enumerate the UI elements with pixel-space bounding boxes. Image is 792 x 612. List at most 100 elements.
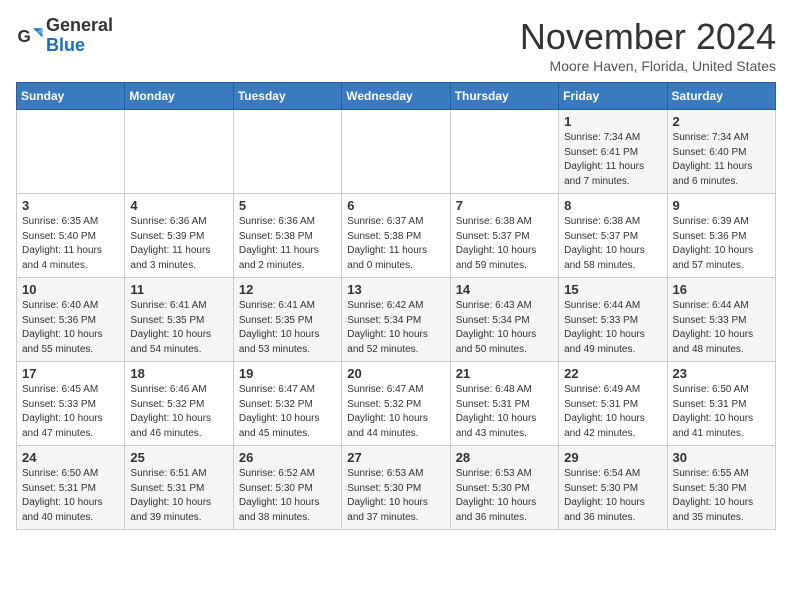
calendar-day-cell: 11Sunrise: 6:41 AM Sunset: 5:35 PM Dayli…	[125, 278, 233, 362]
calendar-day-cell: 7 Sunrise: 6:38 AM Sunset: 5:37 PM Daylig…	[450, 194, 558, 278]
day-number: 17	[22, 366, 119, 381]
calendar-day-cell: 30Sunrise: 6:55 AM Sunset: 5:30 PM Dayli…	[667, 446, 775, 530]
calendar-week-row: 17 Sunrise: 6:45 AM Sunset: 5:33 PM Dayli…	[17, 362, 776, 446]
day-number: 11	[130, 282, 227, 297]
calendar-body: 1 Sunrise: 7:34 AM Sunset: 6:41 PM Daylig…	[17, 110, 776, 530]
weekday-header-cell: Friday	[559, 83, 667, 110]
day-number: 27	[347, 450, 444, 465]
day-number: 4	[130, 198, 227, 213]
day-info: Sunrise: 6:37 AM Sunset: 5:38 PM Dayligh…	[347, 215, 444, 273]
day-info: Sunrise: 6:50 AM Sunset: 5:31 PM Dayligh…	[22, 467, 119, 525]
calendar-day-cell: 19 Sunrise: 6:47 AM Sunset: 5:32 PM Dayli…	[233, 362, 341, 446]
day-number: 15	[564, 282, 661, 297]
logo-icon: G	[16, 22, 44, 50]
day-number: 18	[130, 366, 227, 381]
calendar-day-cell: 16 Sunrise: 6:44 AM Sunset: 5:33 PM Dayli…	[667, 278, 775, 362]
day-info: Sunrise: 6:53 AM Sunset: 5:30 PM Dayligh…	[456, 467, 553, 525]
calendar-week-row: 24Sunrise: 6:50 AM Sunset: 5:31 PM Dayli…	[17, 446, 776, 530]
day-info: Sunrise: 6:49 AM Sunset: 5:31 PM Dayligh…	[564, 383, 661, 441]
weekday-header-cell: Sunday	[17, 83, 125, 110]
logo-general-text: General	[46, 15, 113, 35]
calendar-week-row: 3Sunrise: 6:35 AM Sunset: 5:40 PM Daylig…	[17, 194, 776, 278]
day-number: 28	[456, 450, 553, 465]
day-info: Sunrise: 6:35 AM Sunset: 5:40 PM Dayligh…	[22, 215, 119, 273]
day-info: Sunrise: 6:52 AM Sunset: 5:30 PM Dayligh…	[239, 467, 336, 525]
day-number: 12	[239, 282, 336, 297]
day-info: Sunrise: 6:44 AM Sunset: 5:33 PM Dayligh…	[673, 299, 770, 357]
calendar-day-cell: 24Sunrise: 6:50 AM Sunset: 5:31 PM Dayli…	[17, 446, 125, 530]
day-info: Sunrise: 6:36 AM Sunset: 5:38 PM Dayligh…	[239, 215, 336, 273]
logo: G General Blue	[16, 16, 113, 56]
calendar-day-cell	[125, 110, 233, 194]
calendar-day-cell: 15 Sunrise: 6:44 AM Sunset: 5:33 PM Dayli…	[559, 278, 667, 362]
day-info: Sunrise: 7:34 AM Sunset: 6:40 PM Dayligh…	[673, 131, 770, 189]
calendar-day-cell: 17 Sunrise: 6:45 AM Sunset: 5:33 PM Dayli…	[17, 362, 125, 446]
calendar-day-cell	[450, 110, 558, 194]
day-info: Sunrise: 6:45 AM Sunset: 5:33 PM Dayligh…	[22, 383, 119, 441]
day-info: Sunrise: 6:46 AM Sunset: 5:32 PM Dayligh…	[130, 383, 227, 441]
calendar-day-cell: 29Sunrise: 6:54 AM Sunset: 5:30 PM Dayli…	[559, 446, 667, 530]
calendar-day-cell	[17, 110, 125, 194]
calendar-day-cell: 21 Sunrise: 6:48 AM Sunset: 5:31 PM Dayli…	[450, 362, 558, 446]
calendar-day-cell: 23 Sunrise: 6:50 AM Sunset: 5:31 PM Dayli…	[667, 362, 775, 446]
weekday-header-cell: Monday	[125, 83, 233, 110]
day-info: Sunrise: 6:36 AM Sunset: 5:39 PM Dayligh…	[130, 215, 227, 273]
calendar-day-cell: 3Sunrise: 6:35 AM Sunset: 5:40 PM Daylig…	[17, 194, 125, 278]
calendar-day-cell: 2 Sunrise: 7:34 AM Sunset: 6:40 PM Daylig…	[667, 110, 775, 194]
day-info: Sunrise: 6:50 AM Sunset: 5:31 PM Dayligh…	[673, 383, 770, 441]
day-number: 14	[456, 282, 553, 297]
month-title: November 2024	[520, 16, 776, 58]
day-number: 8	[564, 198, 661, 213]
day-info: Sunrise: 6:39 AM Sunset: 5:36 PM Dayligh…	[673, 215, 770, 273]
day-number: 16	[673, 282, 770, 297]
weekday-header-cell: Thursday	[450, 83, 558, 110]
calendar-day-cell: 18 Sunrise: 6:46 AM Sunset: 5:32 PM Dayli…	[125, 362, 233, 446]
day-info: Sunrise: 6:48 AM Sunset: 5:31 PM Dayligh…	[456, 383, 553, 441]
weekday-header-row: SundayMondayTuesdayWednesdayThursdayFrid…	[17, 83, 776, 110]
day-number: 13	[347, 282, 444, 297]
calendar-table: SundayMondayTuesdayWednesdayThursdayFrid…	[16, 82, 776, 530]
day-info: Sunrise: 6:38 AM Sunset: 5:37 PM Dayligh…	[456, 215, 553, 273]
day-number: 21	[456, 366, 553, 381]
page-header: G General Blue November 2024 Moore Haven…	[16, 16, 776, 74]
weekday-header-cell: Wednesday	[342, 83, 450, 110]
calendar-week-row: 1 Sunrise: 7:34 AM Sunset: 6:41 PM Daylig…	[17, 110, 776, 194]
day-number: 20	[347, 366, 444, 381]
day-number: 7	[456, 198, 553, 213]
day-info: Sunrise: 6:40 AM Sunset: 5:36 PM Dayligh…	[22, 299, 119, 357]
day-number: 1	[564, 114, 661, 129]
day-info: Sunrise: 7:34 AM Sunset: 6:41 PM Dayligh…	[564, 131, 661, 189]
svg-text:G: G	[18, 27, 31, 46]
calendar-day-cell: 27 Sunrise: 6:53 AM Sunset: 5:30 PM Dayli…	[342, 446, 450, 530]
day-number: 9	[673, 198, 770, 213]
calendar-day-cell: 4 Sunrise: 6:36 AM Sunset: 5:39 PM Daylig…	[125, 194, 233, 278]
day-number: 29	[564, 450, 661, 465]
calendar-day-cell: 6Sunrise: 6:37 AM Sunset: 5:38 PM Daylig…	[342, 194, 450, 278]
day-info: Sunrise: 6:47 AM Sunset: 5:32 PM Dayligh…	[347, 383, 444, 441]
day-info: Sunrise: 6:53 AM Sunset: 5:30 PM Dayligh…	[347, 467, 444, 525]
calendar-day-cell: 20 Sunrise: 6:47 AM Sunset: 5:32 PM Dayli…	[342, 362, 450, 446]
day-info: Sunrise: 6:43 AM Sunset: 5:34 PM Dayligh…	[456, 299, 553, 357]
day-number: 2	[673, 114, 770, 129]
weekday-header-cell: Saturday	[667, 83, 775, 110]
weekday-header-cell: Tuesday	[233, 83, 341, 110]
calendar-day-cell: 13 Sunrise: 6:42 AM Sunset: 5:34 PM Dayli…	[342, 278, 450, 362]
day-number: 25	[130, 450, 227, 465]
day-number: 19	[239, 366, 336, 381]
day-info: Sunrise: 6:42 AM Sunset: 5:34 PM Dayligh…	[347, 299, 444, 357]
calendar-day-cell	[233, 110, 341, 194]
day-info: Sunrise: 6:47 AM Sunset: 5:32 PM Dayligh…	[239, 383, 336, 441]
calendar-day-cell: 25Sunrise: 6:51 AM Sunset: 5:31 PM Dayli…	[125, 446, 233, 530]
calendar-day-cell: 28 Sunrise: 6:53 AM Sunset: 5:30 PM Dayli…	[450, 446, 558, 530]
calendar-day-cell: 1 Sunrise: 7:34 AM Sunset: 6:41 PM Daylig…	[559, 110, 667, 194]
day-info: Sunrise: 6:44 AM Sunset: 5:33 PM Dayligh…	[564, 299, 661, 357]
calendar-day-cell: 9 Sunrise: 6:39 AM Sunset: 5:36 PM Daylig…	[667, 194, 775, 278]
title-block: November 2024 Moore Haven, Florida, Unit…	[520, 16, 776, 74]
logo-blue-text: Blue	[46, 35, 85, 55]
day-info: Sunrise: 6:41 AM Sunset: 5:35 PM Dayligh…	[239, 299, 336, 357]
day-info: Sunrise: 6:55 AM Sunset: 5:30 PM Dayligh…	[673, 467, 770, 525]
calendar-day-cell: 14 Sunrise: 6:43 AM Sunset: 5:34 PM Dayli…	[450, 278, 558, 362]
day-number: 23	[673, 366, 770, 381]
calendar-day-cell: 22Sunrise: 6:49 AM Sunset: 5:31 PM Dayli…	[559, 362, 667, 446]
location-title: Moore Haven, Florida, United States	[520, 58, 776, 74]
